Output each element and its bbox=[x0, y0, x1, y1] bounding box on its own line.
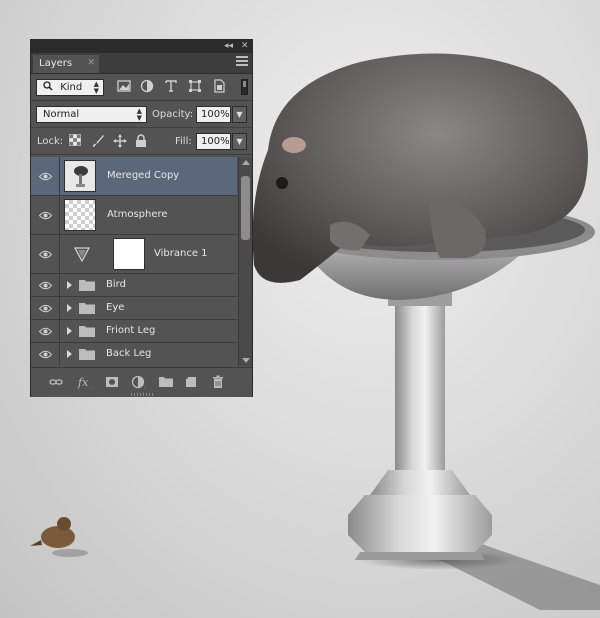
layer-mask-thumbnail[interactable] bbox=[113, 238, 145, 270]
layers-list: Mereged Copy Atmosphere Vibrance 1 Bird … bbox=[31, 157, 237, 366]
add-mask-icon[interactable] bbox=[105, 375, 119, 389]
row-separator bbox=[59, 235, 60, 273]
row-separator bbox=[59, 343, 60, 366]
layer-name[interactable]: Bird bbox=[106, 279, 126, 290]
blend-mode-select[interactable]: Normal ▲ ▼ bbox=[36, 106, 147, 123]
visibility-eye-icon[interactable] bbox=[38, 250, 53, 259]
row-separator bbox=[59, 297, 60, 319]
folder-icon bbox=[79, 279, 95, 291]
filter-kind-value: Kind bbox=[60, 82, 83, 93]
opacity-label: Opacity: bbox=[152, 109, 194, 120]
filter-kind-select[interactable]: Kind ▲ ▼ bbox=[36, 79, 104, 96]
fill-input[interactable]: 100% bbox=[196, 133, 231, 150]
panel-footer: fx. . bbox=[31, 367, 252, 397]
svg-text:fx: fx bbox=[77, 376, 89, 389]
visibility-eye-icon[interactable] bbox=[38, 211, 53, 220]
smart-object-filter-icon[interactable] bbox=[212, 79, 226, 93]
lock-position-icon[interactable] bbox=[113, 134, 127, 148]
layer-thumbnail-merged bbox=[64, 160, 96, 192]
fill-label: Fill: bbox=[175, 136, 192, 147]
layer-name[interactable]: Back Leg bbox=[106, 348, 151, 359]
vibrance-adjustment-icon bbox=[73, 246, 91, 263]
folder-icon bbox=[79, 348, 95, 360]
panel-tab-row: Layers ✕ bbox=[31, 53, 252, 74]
layer-name[interactable]: Friont Leg bbox=[106, 325, 155, 336]
bird-bath-pedestal bbox=[348, 292, 492, 560]
visibility-eye-icon[interactable] bbox=[38, 304, 53, 313]
fx-icon[interactable]: fx. bbox=[77, 375, 95, 390]
layer-group-back-leg[interactable]: Back Leg bbox=[31, 343, 237, 366]
layer-group-bird[interactable]: Bird bbox=[31, 274, 237, 297]
layers-panel: ◂◂ ✕ Layers ✕ Kind ▲ ▼ Normal ▲ ▼ Opacit… bbox=[30, 39, 253, 397]
folder-icon bbox=[79, 325, 95, 337]
tab-layers[interactable]: Layers ✕ bbox=[33, 55, 99, 73]
panel-titlebar[interactable]: ◂◂ ✕ bbox=[31, 40, 252, 53]
layer-row-atmosphere[interactable]: Atmosphere bbox=[31, 196, 237, 235]
shape-filter-icon[interactable] bbox=[188, 79, 202, 93]
svg-text:.: . bbox=[90, 383, 92, 389]
blend-row: Normal ▲ ▼ Opacity: 100% ▼ bbox=[31, 101, 252, 128]
delete-layer-icon[interactable] bbox=[211, 375, 225, 389]
layer-name[interactable]: Mereged Copy bbox=[107, 170, 179, 181]
row-separator bbox=[59, 320, 60, 342]
visibility-eye-icon[interactable] bbox=[38, 172, 53, 181]
image-filter-icon[interactable] bbox=[117, 79, 131, 93]
layer-name[interactable]: Atmosphere bbox=[107, 209, 168, 220]
new-group-icon[interactable] bbox=[159, 375, 173, 389]
visibility-eye-icon[interactable] bbox=[38, 350, 53, 359]
opacity-dropdown-icon[interactable]: ▼ bbox=[232, 106, 247, 123]
scroll-thumb[interactable] bbox=[241, 176, 250, 240]
panel-menu-icon[interactable] bbox=[236, 56, 248, 68]
scroll-down-icon[interactable] bbox=[242, 358, 250, 363]
layer-row-mereged-copy[interactable]: Mereged Copy bbox=[31, 157, 237, 196]
lock-row: Lock: Fill: 100% ▼ bbox=[31, 128, 252, 155]
visibility-eye-icon[interactable] bbox=[38, 327, 53, 336]
visibility-eye-icon[interactable] bbox=[38, 281, 53, 290]
layer-group-eye[interactable]: Eye bbox=[31, 297, 237, 320]
close-icon[interactable]: ✕ bbox=[241, 40, 249, 53]
row-separator bbox=[59, 274, 60, 296]
svg-text:.: . bbox=[144, 383, 146, 389]
layer-group-front-leg[interactable]: Friont Leg bbox=[31, 320, 237, 343]
expand-caret-icon[interactable] bbox=[67, 350, 72, 358]
sparrow bbox=[30, 517, 88, 557]
blend-mode-value: Normal bbox=[43, 109, 80, 120]
lock-image-icon[interactable] bbox=[91, 134, 105, 148]
layer-thumbnail-transparent bbox=[64, 199, 96, 231]
new-layer-icon[interactable] bbox=[185, 375, 199, 389]
layers-scrollbar[interactable] bbox=[238, 157, 252, 366]
row-separator bbox=[59, 196, 60, 234]
select-arrows-icon: ▲ ▼ bbox=[136, 107, 142, 122]
tab-close-icon[interactable]: ✕ bbox=[87, 55, 95, 72]
lock-all-icon[interactable] bbox=[135, 134, 149, 148]
filter-toggle-switch[interactable] bbox=[241, 79, 248, 95]
lock-transparent-icon[interactable] bbox=[69, 134, 83, 148]
layer-name[interactable]: Vibrance 1 bbox=[154, 248, 208, 259]
layer-name[interactable]: Eye bbox=[106, 302, 124, 313]
collapse-icon[interactable]: ◂◂ bbox=[224, 40, 233, 53]
filter-row: Kind ▲ ▼ bbox=[31, 74, 252, 101]
hippo-eye bbox=[276, 177, 288, 189]
type-filter-icon[interactable] bbox=[164, 79, 178, 93]
link-layers-icon[interactable] bbox=[49, 375, 63, 389]
new-adjustment-icon[interactable]: . bbox=[131, 375, 149, 390]
expand-caret-icon[interactable] bbox=[67, 281, 72, 289]
scroll-up-icon[interactable] bbox=[242, 160, 250, 165]
panel-resize-grip[interactable] bbox=[131, 393, 153, 396]
tab-layers-label: Layers bbox=[39, 58, 73, 69]
opacity-input[interactable]: 100% bbox=[196, 106, 231, 123]
adjustment-filter-icon[interactable] bbox=[140, 79, 154, 93]
search-icon bbox=[43, 81, 53, 91]
lock-label: Lock: bbox=[37, 136, 64, 147]
fill-dropdown-icon[interactable]: ▼ bbox=[232, 133, 247, 150]
row-separator bbox=[59, 157, 60, 195]
expand-caret-icon[interactable] bbox=[67, 327, 72, 335]
select-arrows-icon: ▲ ▼ bbox=[93, 80, 99, 95]
layer-row-vibrance[interactable]: Vibrance 1 bbox=[31, 235, 237, 274]
expand-caret-icon[interactable] bbox=[67, 304, 72, 312]
hippo-ear bbox=[282, 137, 306, 153]
folder-icon bbox=[79, 302, 95, 314]
